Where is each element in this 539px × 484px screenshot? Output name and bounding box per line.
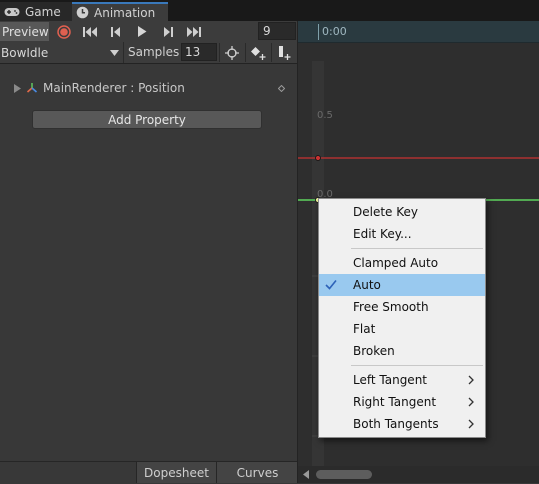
tab-game[interactable]: Game (0, 2, 72, 21)
add-property-button[interactable]: Add Property (32, 110, 262, 129)
menu-item-free-smooth[interactable]: Free Smooth (319, 296, 485, 318)
curves-label: Curves (236, 465, 279, 480)
dopesheet-label: Dopesheet (144, 465, 209, 480)
add-property-label: Add Property (108, 112, 186, 127)
menu-item-edit-key[interactable]: Edit Key... (319, 223, 485, 245)
menu-item-label: Clamped Auto (353, 256, 439, 270)
play-icon (137, 26, 147, 37)
menu-item-broken[interactable]: Broken (319, 340, 485, 362)
scroll-left-icon[interactable] (303, 470, 309, 479)
skip-to-end-icon (187, 26, 201, 37)
clock-icon (76, 6, 89, 19)
menu-item-label: Free Smooth (353, 300, 429, 314)
step-forward-icon (163, 26, 173, 37)
menu-item-both-tangents[interactable]: Both Tangents (319, 413, 485, 435)
next-keyframe-button[interactable] (156, 22, 180, 41)
menu-item-label: Left Tangent (353, 373, 428, 387)
menu-item-label: Flat (353, 322, 376, 336)
skip-to-start-icon (83, 26, 97, 37)
add-keyframe-button[interactable] (245, 43, 270, 62)
clip-toolbar: BowIdle Samples 13 (0, 42, 298, 64)
dropdown-arrow-icon (110, 49, 119, 56)
menu-item-label: Delete Key (353, 205, 418, 219)
menu-item-right-tangent[interactable]: Right Tangent (319, 391, 485, 413)
red-keyframe-point (315, 155, 321, 161)
tab-curves[interactable]: Curves (216, 461, 298, 483)
samples-value: 13 (185, 45, 201, 59)
property-label: MainRenderer : Position (43, 81, 185, 95)
add-event-icon (277, 45, 291, 60)
menu-separator (351, 365, 483, 366)
ruler-start-time: 0:00 (322, 25, 347, 38)
frame-field[interactable]: 9 (258, 22, 296, 40)
menu-item-clamped-auto[interactable]: Clamped Auto (319, 252, 485, 274)
last-keyframe-button[interactable] (182, 22, 206, 41)
menu-item-label: Edit Key... (353, 227, 412, 241)
menu-item-left-tangent[interactable]: Left Tangent (319, 369, 485, 391)
first-keyframe-button[interactable] (78, 22, 102, 41)
chevron-right-icon (468, 397, 474, 407)
playhead-marker (318, 24, 319, 40)
transform-axes-icon (26, 82, 38, 94)
preview-label: Preview (2, 24, 49, 39)
clip-dropdown[interactable]: BowIdle (0, 42, 124, 63)
tab-game-label: Game (25, 4, 61, 19)
menu-item-delete-key[interactable]: Delete Key (319, 201, 485, 223)
tab-animation[interactable]: Animation (72, 2, 168, 21)
menu-item-label: Both Tangents (353, 417, 439, 431)
chevron-right-icon (468, 419, 474, 429)
checkmark-icon (325, 279, 337, 290)
property-row[interactable]: MainRenderer : Position (14, 81, 185, 95)
samples-field[interactable]: 13 (181, 43, 217, 61)
preview-button[interactable]: Preview (0, 22, 49, 41)
y-axis-label-0-5: 0.5 (317, 110, 333, 121)
step-back-icon (111, 26, 121, 37)
menu-item-label: Auto (353, 278, 381, 292)
previous-keyframe-button[interactable] (104, 22, 128, 41)
snap-button[interactable] (219, 43, 244, 62)
keyframe-diamond-icon[interactable] (278, 85, 285, 92)
clip-name: BowIdle (1, 45, 49, 60)
record-icon (57, 24, 71, 39)
menu-separator (351, 248, 483, 249)
record-button[interactable] (52, 22, 76, 41)
menu-item-auto[interactable]: Auto (319, 274, 485, 296)
add-keyframe-icon (250, 46, 266, 60)
samples-label: Samples (128, 45, 180, 59)
playback-toolbar: Preview 9 (0, 21, 298, 43)
keyframe-context-menu: Delete Key Edit Key... Clamped Auto Auto… (318, 198, 486, 438)
menu-item-label: Right Tangent (353, 395, 437, 409)
tab-dopesheet[interactable]: Dopesheet (136, 461, 216, 483)
add-event-button[interactable] (271, 43, 296, 62)
scrollbar-thumb[interactable] (316, 470, 372, 479)
menu-item-label: Broken (353, 344, 395, 358)
chevron-right-icon (468, 375, 474, 385)
frame-value: 9 (263, 24, 271, 38)
gamepad-icon (4, 7, 20, 17)
tab-animation-label: Animation (94, 5, 156, 20)
crosshair-icon (225, 45, 239, 60)
menu-item-flat[interactable]: Flat (319, 318, 485, 340)
play-button[interactable] (130, 22, 154, 41)
expand-triangle-icon[interactable] (14, 83, 21, 93)
